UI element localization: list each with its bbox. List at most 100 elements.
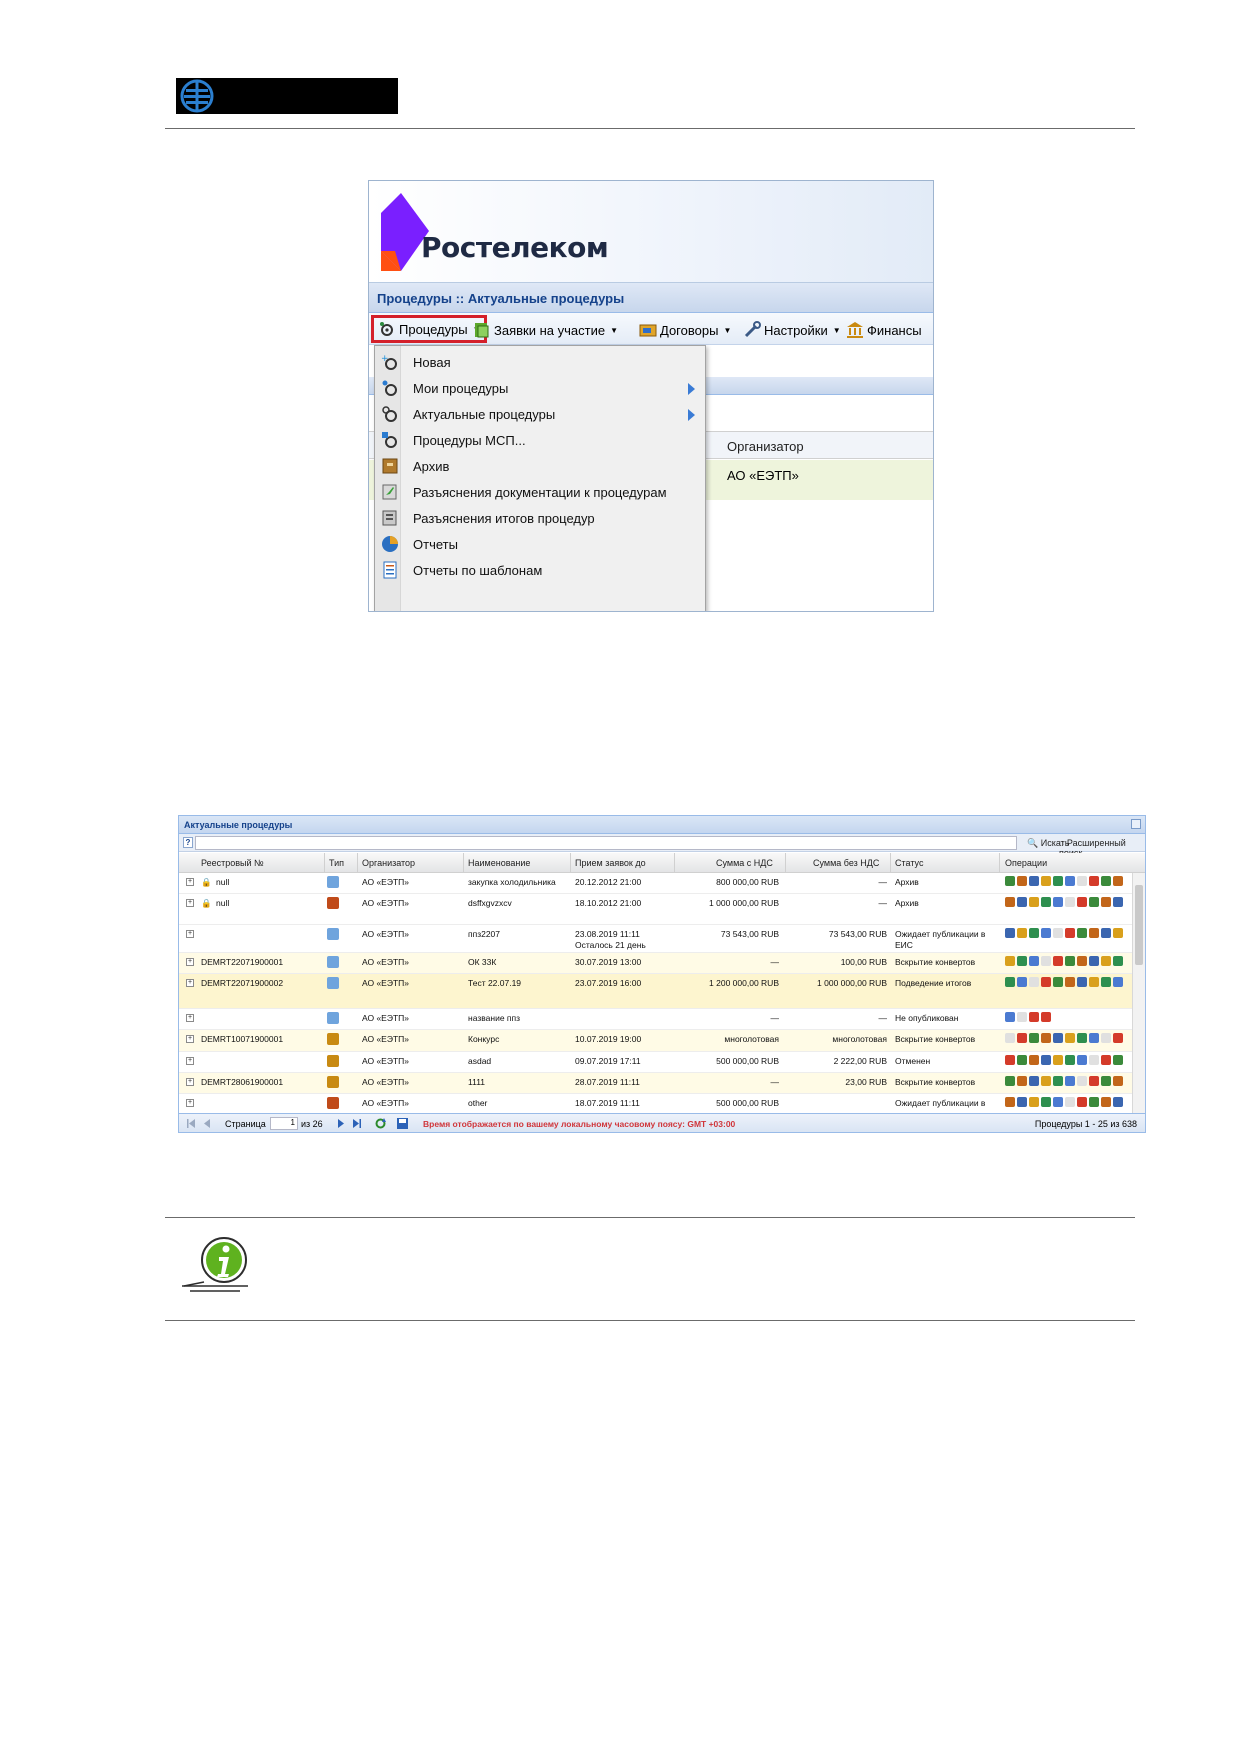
operation-icon[interactable] bbox=[1053, 1076, 1063, 1086]
operation-icon[interactable] bbox=[1041, 1055, 1051, 1065]
col-name[interactable]: Наименование bbox=[468, 858, 530, 868]
expand-row-icon[interactable]: + bbox=[186, 1035, 194, 1043]
table-row[interactable]: + 🔒 null АО «ЕЭТП» dsffxgvzxcv 18.10.2012 21:… bbox=[179, 894, 1134, 925]
operation-icon[interactable] bbox=[1077, 897, 1087, 907]
page-number-input[interactable]: 1 bbox=[270, 1117, 298, 1130]
menu-item-template-reports[interactable]: Отчеты по шаблонам bbox=[375, 556, 705, 585]
operation-icon[interactable] bbox=[1017, 897, 1027, 907]
toolbar-settings-button[interactable]: Настройки ▼ bbox=[743, 319, 841, 341]
operation-icon[interactable] bbox=[1041, 1076, 1051, 1086]
operation-icon[interactable] bbox=[1053, 897, 1063, 907]
col-sum-novat[interactable]: Сумма без НДС bbox=[813, 858, 879, 868]
operation-icon[interactable] bbox=[1053, 956, 1063, 966]
toolbar-contracts-button[interactable]: Договоры ▼ bbox=[639, 319, 731, 341]
col-type[interactable]: Тип bbox=[329, 858, 344, 868]
operation-icon[interactable] bbox=[1005, 1097, 1015, 1107]
expand-row-icon[interactable]: + bbox=[186, 1014, 194, 1022]
toolbar-finance-button[interactable]: Финансы bbox=[846, 319, 922, 341]
operation-icon[interactable] bbox=[1005, 977, 1015, 987]
operation-icon[interactable] bbox=[1101, 1076, 1111, 1086]
operation-icon[interactable] bbox=[1113, 977, 1123, 987]
operation-icon[interactable] bbox=[1101, 1097, 1111, 1107]
operation-icon[interactable] bbox=[1077, 956, 1087, 966]
operation-icon[interactable] bbox=[1065, 1055, 1075, 1065]
operation-icon[interactable] bbox=[1005, 1055, 1015, 1065]
operation-icon[interactable] bbox=[1089, 1097, 1099, 1107]
operation-icon[interactable] bbox=[1077, 928, 1087, 938]
last-page-icon[interactable] bbox=[353, 1119, 361, 1128]
col-deadline[interactable]: Прием заявок до bbox=[575, 858, 646, 868]
operation-icon[interactable] bbox=[1113, 1055, 1123, 1065]
operation-icon[interactable] bbox=[1005, 956, 1015, 966]
toolbar-procedures-button[interactable]: Процедуры▼ bbox=[371, 315, 488, 343]
operation-icon[interactable] bbox=[1065, 897, 1075, 907]
operation-icon[interactable] bbox=[1017, 928, 1027, 938]
expand-row-icon[interactable]: + bbox=[186, 979, 194, 987]
table-row[interactable]: + DEMRT22071900001 АО «ЕЭТП» ОК 33К 30.07.20… bbox=[179, 953, 1134, 974]
operation-icon[interactable] bbox=[1041, 876, 1051, 886]
menu-item-new[interactable]: + Новая bbox=[375, 348, 705, 377]
grid-scrollbar[interactable] bbox=[1132, 873, 1145, 1113]
operation-icon[interactable] bbox=[1113, 1076, 1123, 1086]
operation-icon[interactable] bbox=[1041, 956, 1051, 966]
operation-icon[interactable] bbox=[1017, 1097, 1027, 1107]
operation-icon[interactable] bbox=[1041, 928, 1051, 938]
operation-icon[interactable] bbox=[1101, 1055, 1111, 1065]
operation-icon[interactable] bbox=[1077, 1033, 1087, 1043]
operation-icon[interactable] bbox=[1101, 897, 1111, 907]
table-row[interactable]: + АО «ЕЭТП» other 18.07.2019 11:11 500 000,0… bbox=[179, 1094, 1134, 1115]
operation-icon[interactable] bbox=[1053, 1033, 1063, 1043]
operation-icon[interactable] bbox=[1029, 876, 1039, 886]
table-row[interactable]: + DEMRT10071900001 АО «ЕЭТП» Конкурс 10.07.2… bbox=[179, 1030, 1134, 1052]
operation-icon[interactable] bbox=[1005, 1076, 1015, 1086]
operation-icon[interactable] bbox=[1089, 876, 1099, 886]
operation-icon[interactable] bbox=[1065, 928, 1075, 938]
expand-row-icon[interactable]: + bbox=[186, 1057, 194, 1065]
operation-icon[interactable] bbox=[1041, 1097, 1051, 1107]
operation-icon[interactable] bbox=[1089, 977, 1099, 987]
operation-icon[interactable] bbox=[1005, 1012, 1015, 1022]
first-page-icon[interactable] bbox=[187, 1119, 195, 1128]
operation-icon[interactable] bbox=[1101, 977, 1111, 987]
operation-icon[interactable] bbox=[1017, 1055, 1027, 1065]
table-row[interactable]: + 🔒 null АО «ЕЭТП» закупка холодильника 20.12… bbox=[179, 873, 1134, 894]
operation-icon[interactable] bbox=[1113, 876, 1123, 886]
operation-icon[interactable] bbox=[1089, 1033, 1099, 1043]
scrollbar-thumb[interactable] bbox=[1135, 885, 1143, 965]
refresh-icon[interactable] bbox=[375, 1118, 386, 1129]
col-organizer[interactable]: Организатор bbox=[362, 858, 415, 868]
operation-icon[interactable] bbox=[1017, 1076, 1027, 1086]
operation-icon[interactable] bbox=[1017, 977, 1027, 987]
table-row[interactable]: + АО «ЕЭТП» название ппз — — Не опубликован bbox=[179, 1009, 1134, 1030]
help-icon[interactable]: ? bbox=[183, 837, 193, 848]
col-operations[interactable]: Операции bbox=[1005, 858, 1047, 868]
table-row[interactable]: + DEMRT28061900001 АО «ЕЭТП» 1111 28.07.2019… bbox=[179, 1073, 1134, 1094]
search-input[interactable] bbox=[195, 836, 1017, 850]
operation-icon[interactable] bbox=[1113, 928, 1123, 938]
operation-icon[interactable] bbox=[1029, 1097, 1039, 1107]
expand-row-icon[interactable]: + bbox=[186, 1099, 194, 1107]
expand-row-icon[interactable]: + bbox=[186, 958, 194, 966]
operation-icon[interactable] bbox=[1041, 1033, 1051, 1043]
operation-icon[interactable] bbox=[1005, 876, 1015, 886]
table-row[interactable]: + АО «ЕЭТП» asdad 09.07.2019 17:11 500 000,0… bbox=[179, 1052, 1134, 1073]
operation-icon[interactable] bbox=[1041, 977, 1051, 987]
operation-icon[interactable] bbox=[1065, 977, 1075, 987]
operation-icon[interactable] bbox=[1005, 897, 1015, 907]
operation-icon[interactable] bbox=[1089, 928, 1099, 938]
operation-icon[interactable] bbox=[1077, 1055, 1087, 1065]
operation-icon[interactable] bbox=[1065, 956, 1075, 966]
operation-icon[interactable] bbox=[1029, 897, 1039, 907]
operation-icon[interactable] bbox=[1065, 1097, 1075, 1107]
operation-icon[interactable] bbox=[1017, 876, 1027, 886]
col-status[interactable]: Статус bbox=[895, 858, 923, 868]
expand-row-icon[interactable]: + bbox=[186, 899, 194, 907]
menu-item-msp-procedures[interactable]: Процедуры МСП... bbox=[375, 426, 705, 455]
operation-icon[interactable] bbox=[1005, 928, 1015, 938]
operation-icon[interactable] bbox=[1113, 897, 1123, 907]
col-sum-vat[interactable]: Сумма с НДС bbox=[716, 858, 773, 868]
refresh-icon[interactable] bbox=[1131, 819, 1141, 829]
operation-icon[interactable] bbox=[1101, 876, 1111, 886]
col-reg-number[interactable]: Реестровый № bbox=[201, 858, 264, 868]
operation-icon[interactable] bbox=[1029, 1033, 1039, 1043]
